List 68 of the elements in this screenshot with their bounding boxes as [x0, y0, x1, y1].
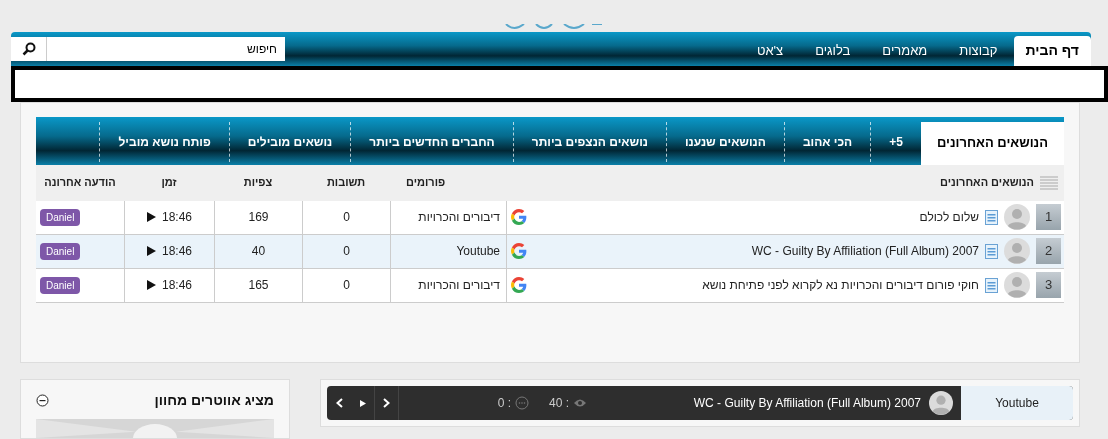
play-icon — [147, 212, 156, 223]
post-time: 18:46 — [162, 277, 192, 295]
google-icon — [510, 243, 527, 260]
column-header: תשובות — [326, 175, 366, 191]
rank-number: 3 — [1036, 272, 1061, 299]
replies-count: 0 — [343, 209, 350, 227]
list-icon — [1040, 175, 1058, 190]
ticker-forum[interactable]: Youtube — [961, 386, 1073, 420]
post-time: 18:46 — [162, 209, 192, 227]
column-header: פורומים — [406, 175, 446, 191]
forum-link[interactable]: דיבורים והכרויות — [418, 208, 500, 227]
google-icon — [510, 209, 527, 226]
collapse-icon[interactable] — [36, 394, 49, 407]
document-icon — [985, 243, 998, 259]
play-icon — [359, 399, 366, 407]
avatar-icon — [1004, 204, 1030, 231]
replies-count: 0 — [343, 277, 350, 295]
chevron-left-icon — [335, 398, 343, 408]
topics-tab[interactable]: הכי אהוב — [783, 121, 871, 162]
topics-tab[interactable]: נושאים מובילים — [228, 121, 351, 162]
rank-number: 2 — [1036, 238, 1061, 265]
search-button[interactable] — [11, 36, 47, 61]
column-header: זמן — [161, 175, 177, 191]
avatar-icon — [1004, 238, 1030, 265]
topics-tab[interactable]: פותח נושא מוביל — [99, 121, 229, 162]
views-count: 40 — [251, 243, 266, 261]
topics-tab[interactable]: הנושאים האחרונים — [920, 121, 1064, 165]
nav-tab[interactable]: צ'אט — [740, 35, 800, 66]
document-icon — [985, 209, 998, 225]
search-field[interactable]: חיפוש — [47, 36, 285, 61]
topics-tab[interactable]: נושאים הנצפים ביותר — [512, 121, 666, 162]
views-count: 165 — [248, 277, 269, 295]
search-icon — [21, 41, 36, 56]
user-badge[interactable]: Daniel — [40, 276, 81, 294]
panel-title: מציג אווטרים מחוון — [154, 391, 274, 410]
topics-tab[interactable]: החברים החדשים ביותר — [350, 121, 513, 162]
document-icon — [985, 277, 998, 293]
topic-link[interactable]: חוקי פורום דיבורים והכרויות נא לקרוא לפני פתיחת נושא — [702, 276, 979, 295]
eye-icon — [573, 398, 588, 408]
column-header: הודעה אחרונה — [44, 175, 116, 191]
nav-tab[interactable]: מאמרים — [866, 35, 944, 66]
ticker-replies: : 0 — [497, 395, 512, 412]
topics-tab[interactable]: 5+ — [870, 121, 921, 162]
ticker-views: : 40 — [549, 395, 570, 412]
replies-count: 0 — [343, 243, 350, 261]
post-time: 18:46 — [162, 243, 192, 261]
column-header: הנושאים האחרונים — [940, 175, 1034, 191]
avatar-icon — [1004, 272, 1030, 299]
play-icon — [147, 280, 156, 291]
avatar-icon — [929, 391, 953, 415]
nav-tab[interactable]: בלוגים — [799, 35, 867, 66]
views-count: 169 — [248, 209, 269, 227]
topic-link[interactable]: שלום לכולם — [919, 208, 979, 227]
forum-link[interactable]: דיבורים והכרויות — [418, 276, 500, 295]
ticker-title[interactable]: WC - Guilty By Affiliation (Full Album) 2007 — [693, 394, 921, 412]
topics-tab[interactable]: הנושאים שנענו — [665, 121, 784, 162]
play-icon — [147, 246, 156, 257]
google-icon — [510, 277, 527, 294]
column-header: צפיות — [243, 175, 273, 191]
rank-number: 1 — [1036, 204, 1061, 231]
nav-tab[interactable]: דף הבית — [1013, 35, 1091, 66]
user-badge[interactable]: Daniel — [40, 208, 81, 226]
chevron-right-icon — [383, 398, 390, 408]
topic-link[interactable]: WC - Guilty By Affiliation (Full Album) 2007 — [751, 242, 979, 261]
comment-icon — [515, 396, 530, 410]
forum-link[interactable]: Youtube — [456, 242, 500, 261]
nav-tab[interactable]: קבוצות — [943, 35, 1014, 66]
user-badge[interactable]: Daniel — [40, 242, 81, 260]
